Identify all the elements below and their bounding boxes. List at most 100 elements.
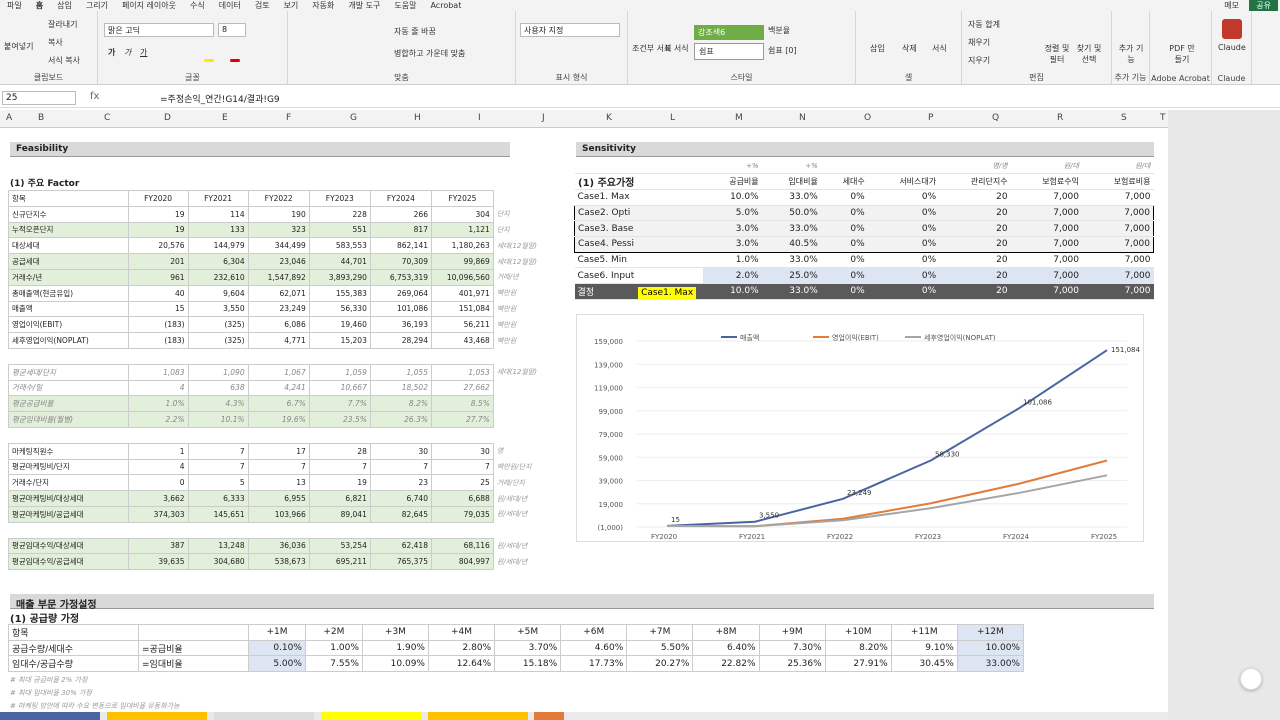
case-select[interactable]: Case1. Max bbox=[638, 286, 697, 299]
table-cell[interactable]: 10.0% bbox=[702, 189, 762, 206]
table-cell[interactable]: 0% bbox=[820, 220, 868, 237]
row-label[interactable]: 항목 bbox=[8, 190, 129, 207]
table-cell[interactable]: 6,304 bbox=[187, 253, 249, 270]
style-comma[interactable]: 쉼표 bbox=[694, 43, 764, 60]
table-cell[interactable]: 99,869 bbox=[430, 253, 494, 270]
table-cell[interactable]: 304 bbox=[430, 205, 494, 223]
table-cell[interactable]: 1,067 bbox=[247, 363, 310, 381]
table-cell[interactable]: 4 bbox=[127, 458, 189, 476]
table-cell[interactable]: 15.18% bbox=[494, 655, 562, 673]
insert-cell-button[interactable]: 삽입 bbox=[870, 43, 885, 54]
font-color-icon[interactable] bbox=[230, 59, 240, 62]
table-cell[interactable]: 323 bbox=[247, 221, 310, 239]
table-cell[interactable]: 7,000 bbox=[1010, 252, 1082, 269]
row-label[interactable]: 평균임대비율(월별) bbox=[8, 411, 129, 428]
column-header[interactable]: G bbox=[350, 113, 357, 123]
claude-icon[interactable] bbox=[1222, 19, 1242, 39]
table-cell[interactable]: 30 bbox=[430, 442, 494, 460]
table-cell[interactable]: 2.2% bbox=[127, 411, 189, 428]
table-cell[interactable]: 20 bbox=[939, 189, 1011, 206]
table-cell[interactable]: 1,053 bbox=[430, 363, 494, 381]
cut-button[interactable]: 잘라내기 bbox=[48, 19, 77, 30]
column-header[interactable]: O bbox=[864, 113, 871, 123]
row-label[interactable]: 평균임대수익/대상세대 bbox=[8, 537, 129, 555]
table-cell[interactable]: 5 bbox=[187, 474, 249, 492]
table-cell[interactable]: 0% bbox=[867, 267, 940, 284]
table-cell[interactable]: 344,499 bbox=[247, 237, 310, 255]
row-label[interactable]: 공급세대 bbox=[8, 253, 129, 270]
table-cell[interactable]: 7,000 bbox=[1082, 204, 1154, 222]
table-cell[interactable]: Case4. Pessi bbox=[574, 236, 703, 253]
row-label[interactable]: 평균세대/단지 bbox=[8, 363, 129, 381]
table-cell[interactable]: 8.5% bbox=[430, 395, 494, 413]
table-cell[interactable]: 12.64% bbox=[427, 655, 496, 673]
table-cell[interactable]: 1,547,892 bbox=[247, 268, 310, 286]
format-painter-button[interactable]: 서식 복사 bbox=[48, 55, 80, 66]
table-cell[interactable]: 7,000 bbox=[1082, 283, 1154, 300]
table-cell[interactable]: 30.45% bbox=[890, 655, 958, 673]
table-cell[interactable]: FY2021 bbox=[187, 190, 249, 207]
row-label[interactable]: 평균공급비율 bbox=[8, 395, 129, 413]
table-cell[interactable]: 20 bbox=[939, 236, 1011, 253]
table-cell[interactable]: 17.73% bbox=[560, 655, 628, 673]
table-cell[interactable]: 23,249 bbox=[247, 300, 310, 318]
menu-tab[interactable]: 삽입 bbox=[50, 0, 79, 11]
addins-button[interactable]: 추가 기능 bbox=[1118, 43, 1144, 65]
table-cell[interactable]: 6,333 bbox=[187, 490, 249, 507]
table-cell[interactable]: 7 bbox=[187, 458, 249, 476]
line-chart[interactable]: 159,000 139,000 119,000 99,000 79,000 59,000 3… bbox=[576, 314, 1144, 542]
table-cell[interactable]: 155,383 bbox=[308, 284, 371, 302]
table-cell[interactable]: 결정 Case1. Max bbox=[574, 283, 703, 300]
menu-tab[interactable]: 도움말 bbox=[387, 0, 423, 11]
table-cell[interactable]: 190 bbox=[247, 205, 310, 223]
table-cell[interactable]: =임대비율 bbox=[138, 655, 249, 673]
table-cell[interactable]: (183) bbox=[127, 332, 189, 349]
row-label[interactable]: 평균마케팅비/단지 bbox=[8, 458, 129, 476]
menu-tab[interactable]: 자동화 bbox=[305, 0, 341, 11]
table-cell[interactable]: 7 bbox=[187, 442, 249, 460]
table-cell[interactable]: 1 bbox=[127, 442, 189, 460]
find-select-button[interactable]: 찾기 및 선택 bbox=[1074, 43, 1104, 65]
menu-tab[interactable]: 데이터 bbox=[212, 0, 248, 11]
table-cell[interactable]: 3,550 bbox=[187, 300, 249, 318]
table-cell[interactable]: 89,041 bbox=[308, 505, 371, 523]
table-cell[interactable]: 7 bbox=[430, 458, 494, 476]
table-cell[interactable]: 0% bbox=[867, 252, 940, 269]
font-name-select[interactable]: 맑은 고딕 bbox=[104, 23, 214, 37]
table-cell[interactable]: 27,662 bbox=[430, 379, 494, 397]
table-cell[interactable]: 538,673 bbox=[247, 553, 310, 571]
copy-button[interactable]: 복사 bbox=[48, 37, 63, 48]
fill-button[interactable]: 채우기 bbox=[968, 37, 990, 48]
table-cell[interactable]: 62,071 bbox=[247, 284, 310, 302]
table-cell[interactable]: 17 bbox=[247, 442, 310, 460]
table-cell[interactable]: 19 bbox=[308, 474, 371, 492]
table-cell[interactable]: 28,294 bbox=[369, 332, 432, 349]
column-header[interactable]: J bbox=[542, 113, 545, 123]
table-cell[interactable]: 62,418 bbox=[369, 537, 432, 555]
table-cell[interactable]: 10,667 bbox=[308, 379, 371, 397]
table-cell[interactable]: 7,000 bbox=[1010, 189, 1082, 206]
menu-tab[interactable]: 페이지 레이아웃 bbox=[115, 0, 183, 11]
table-cell[interactable]: 25.0% bbox=[761, 267, 821, 284]
table-cell[interactable]: 4.60% bbox=[560, 639, 628, 657]
name-box[interactable]: 25 bbox=[2, 91, 76, 105]
table-cell[interactable]: 862,141 bbox=[369, 237, 432, 255]
table-cell[interactable]: 374,303 bbox=[127, 505, 189, 523]
table-cell[interactable]: 19 bbox=[127, 221, 189, 239]
table-cell[interactable]: 56,330 bbox=[308, 300, 371, 318]
table-cell[interactable]: Case5. Min bbox=[574, 252, 703, 269]
table-cell[interactable]: 133 bbox=[187, 221, 249, 239]
table-cell[interactable]: 201 bbox=[127, 253, 189, 270]
sheet-tab[interactable] bbox=[213, 712, 314, 720]
table-cell[interactable]: 583,553 bbox=[308, 237, 371, 255]
table-cell[interactable]: 4,241 bbox=[247, 379, 310, 397]
table-cell[interactable]: 10.1% bbox=[187, 411, 249, 428]
copilot-icon[interactable] bbox=[1240, 668, 1262, 690]
menu-tab[interactable]: Acrobat bbox=[423, 0, 468, 11]
table-cell[interactable]: 33.0% bbox=[761, 252, 821, 269]
table-cell[interactable]: 23 bbox=[369, 474, 432, 492]
column-header[interactable]: T bbox=[1160, 113, 1166, 123]
table-cell[interactable]: 2.80% bbox=[427, 639, 496, 657]
style-comma0[interactable]: 쉼표 [0] bbox=[768, 45, 797, 56]
table-cell[interactable]: 7 bbox=[308, 458, 371, 476]
